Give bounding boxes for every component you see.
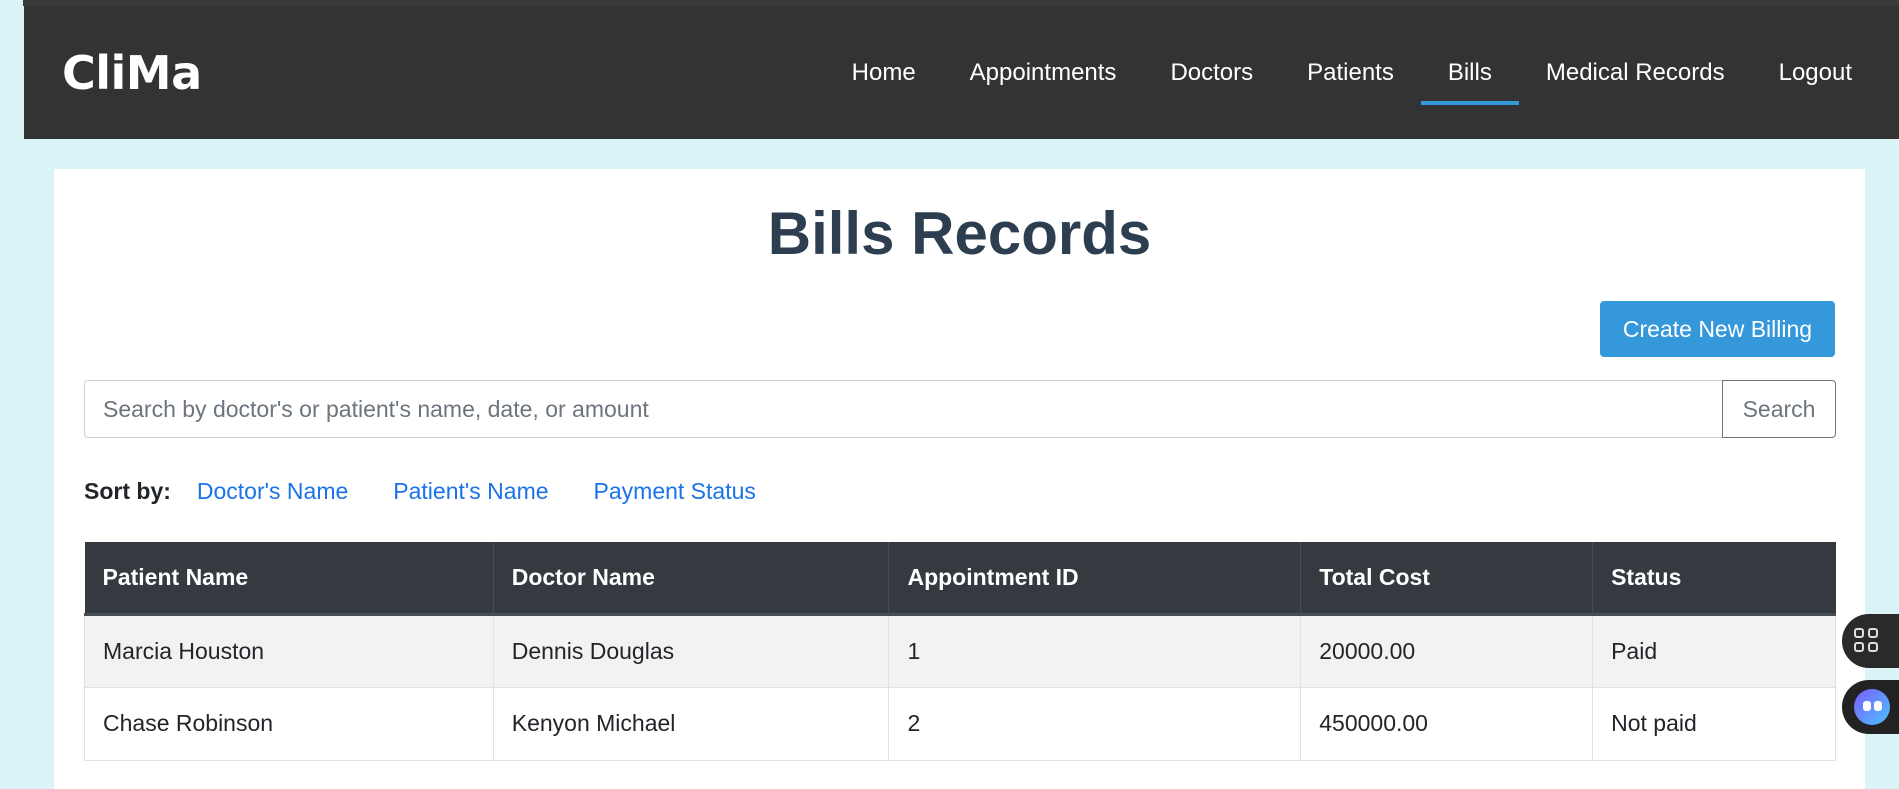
table-row[interactable]: Marcia Houston Dennis Douglas 1 20000.00… [84,613,1836,688]
cell-appointment-id: 1 [888,613,1302,688]
navbar: CliMa Home Appointments Doctors Patients… [24,6,1899,139]
bills-table: Patient Name Doctor Name Appointment ID … [84,542,1836,761]
sort-by-patient-name-link[interactable]: Patient's Name [393,478,548,505]
sort-by-payment-status-link[interactable]: Payment Status [594,478,756,505]
cell-doctor-name: Kenyon Michael [492,686,890,761]
nav-link-patients[interactable]: Patients [1280,6,1421,139]
search-input[interactable] [84,380,1722,438]
nav-link-doctors[interactable]: Doctors [1143,6,1280,139]
nav-link-home[interactable]: Home [825,6,943,139]
column-header-appointment-id: Appointment ID [888,542,1301,616]
page-title: Bills Records [767,200,1152,267]
sort-label: Sort by: [84,477,171,504]
table-header-row: Patient Name Doctor Name Appointment ID … [84,542,1836,616]
nav-link-logout[interactable]: Logout [1752,6,1879,139]
assistant-bot-icon [1854,689,1890,725]
nav-link-appointments[interactable]: Appointments [943,6,1144,139]
cell-total-cost: 450000.00 [1300,686,1594,761]
column-header-total-cost: Total Cost [1300,542,1593,616]
column-header-patient-name: Patient Name [84,542,494,616]
brand-logo[interactable]: CliMa [62,46,202,100]
nav-links: Home Appointments Doctors Patients Bills… [825,6,1879,139]
cell-patient-name: Chase Robinson [84,686,494,761]
cell-status: Not paid [1592,686,1836,761]
cell-appointment-id: 2 [888,686,1302,761]
floating-assistant-button[interactable] [1842,680,1899,734]
grid-icon [1854,628,1880,654]
search-bar: Search [84,380,1836,438]
create-new-billing-button[interactable]: Create New Billing [1600,301,1835,357]
nav-link-medical-records[interactable]: Medical Records [1519,6,1752,139]
column-header-doctor-name: Doctor Name [492,542,889,616]
search-button[interactable]: Search [1722,380,1836,438]
sort-by-doctor-name-link[interactable]: Doctor's Name [197,478,348,505]
sort-controls: Sort by: Doctor's Name Patient's Name Pa… [84,476,801,506]
table-row[interactable]: Chase Robinson Kenyon Michael 2 450000.0… [84,686,1836,761]
column-header-status: Status [1592,542,1836,616]
floating-apps-button[interactable] [1842,614,1899,668]
cell-status: Paid [1592,613,1836,688]
cell-patient-name: Marcia Houston [84,613,494,688]
cell-total-cost: 20000.00 [1300,613,1594,688]
nav-link-bills[interactable]: Bills [1420,6,1519,139]
cell-doctor-name: Dennis Douglas [492,613,890,688]
bills-panel: Bills Records Create New Billing Search … [54,169,1865,789]
